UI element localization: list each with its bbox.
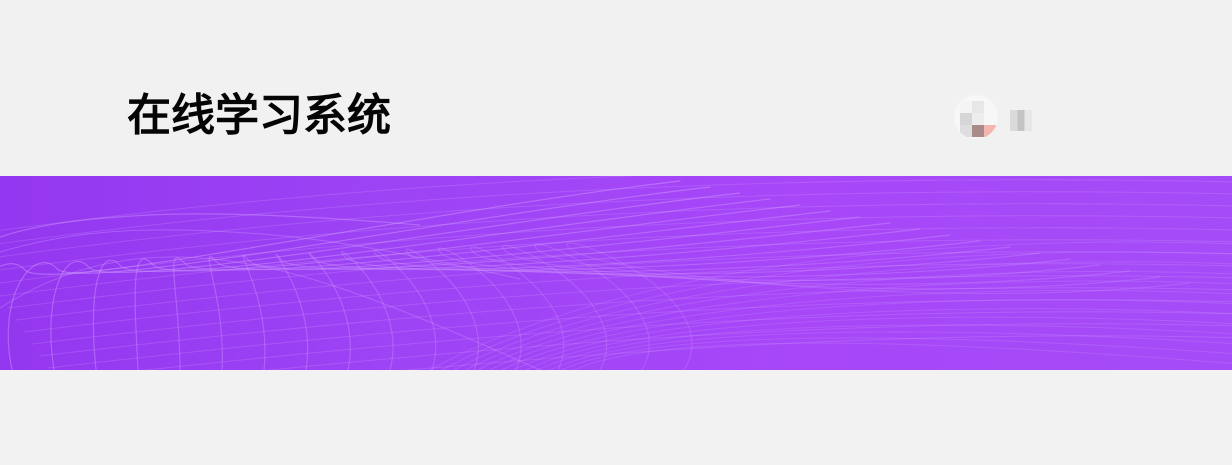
avatar-pixel	[972, 101, 984, 113]
avatar-pixel	[960, 101, 972, 113]
user-menu[interactable]: ■■	[954, 91, 1054, 143]
avatar-pixel	[960, 125, 972, 137]
app-page: 在线学习系统 ■■	[0, 0, 1232, 465]
top-header: 在线学习系统 ■■	[0, 0, 1232, 176]
banner-curve-line	[92, 198, 771, 370]
banner-top-curve	[0, 213, 421, 238]
user-avatar-icon[interactable]	[954, 95, 998, 139]
banner-sweep-line	[39, 287, 1232, 357]
banner-curve-line	[0, 180, 681, 275]
banner-right-line	[477, 280, 1232, 370]
username[interactable]: ■■	[1010, 103, 1048, 131]
banner-right-line	[489, 289, 1232, 370]
avatar-pixel	[960, 113, 972, 125]
banner-sweep-line	[0, 191, 1232, 258]
avatar-pixel	[984, 125, 996, 137]
hero-banner	[0, 176, 1232, 370]
avatar-pixel	[972, 113, 984, 125]
banner-right-line	[501, 299, 1232, 370]
wave-lines-icon	[0, 176, 1232, 370]
avatar-pixel	[972, 125, 984, 137]
site-title: 在线学习系统	[127, 90, 391, 141]
